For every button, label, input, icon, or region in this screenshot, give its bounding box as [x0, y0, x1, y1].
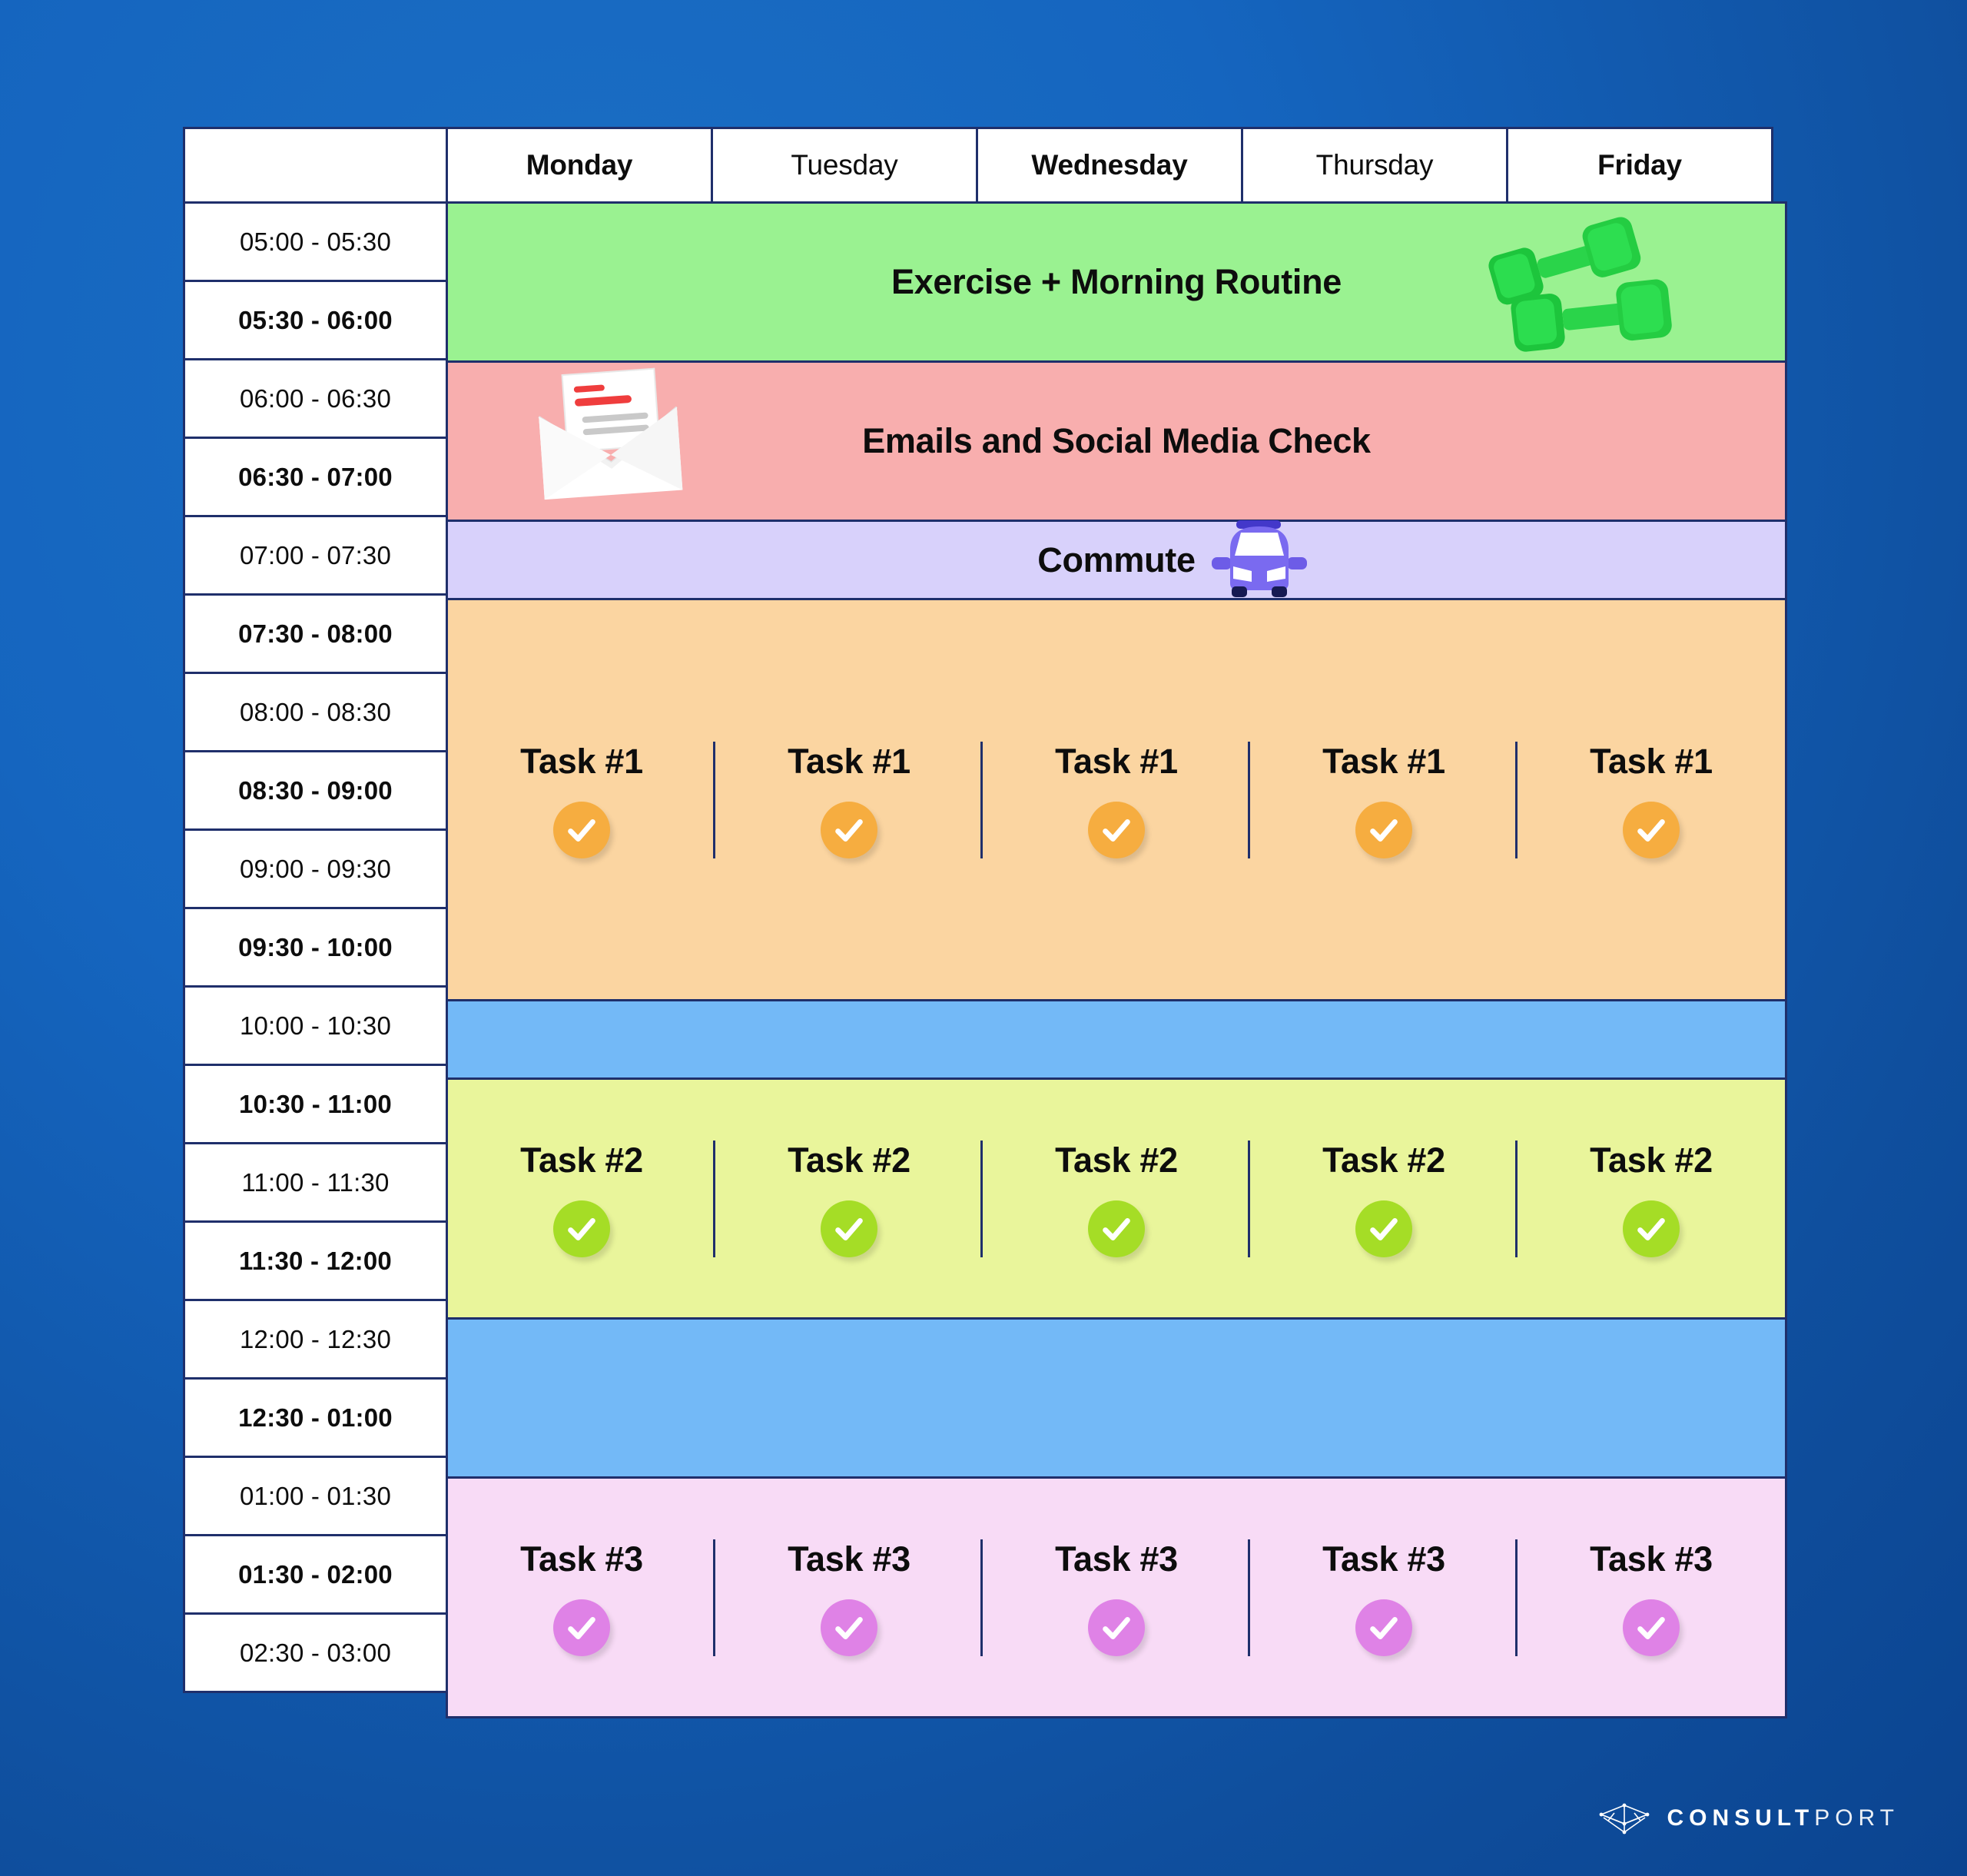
time-slot-cell: 09:00 - 09:30	[183, 828, 448, 909]
task-label: Task #3	[520, 1539, 643, 1579]
activity-band-task3: Task #3 Task #3 Task #3 Task #3 Task #3	[446, 1476, 1787, 1718]
task-label: Task #2	[1055, 1140, 1178, 1180]
task-label: Task #1	[520, 741, 643, 781]
time-slot-cell: 01:00 - 01:30	[183, 1456, 448, 1536]
header-day-tuesday: Tuesday	[711, 127, 978, 204]
task-label: Task #2	[788, 1140, 911, 1180]
time-slot-cell: 12:00 - 12:30	[183, 1299, 448, 1380]
activity-label: Exercise + Morning Routine	[891, 262, 1342, 301]
logo-word-port: PORT	[1814, 1805, 1899, 1831]
activity-band-commute: Commute	[446, 520, 1787, 600]
time-slot-cell: 09:30 - 10:00	[183, 907, 448, 988]
checkmark-icon[interactable]	[1355, 1599, 1412, 1656]
table-body: 05:00 - 05:30 05:30 - 06:00 06:00 - 06:30 0…	[183, 201, 1790, 1718]
task-cell[interactable]: Task #1	[1515, 741, 1785, 858]
task-cell[interactable]: Task #1	[980, 741, 1250, 858]
checkmark-icon[interactable]	[821, 1200, 877, 1257]
checkmark-icon[interactable]	[1623, 1599, 1680, 1656]
time-slot-cell: 05:30 - 06:00	[183, 280, 448, 360]
time-slot-cell: 12:30 - 01:00	[183, 1377, 448, 1458]
task-label: Task #2	[520, 1140, 643, 1180]
task-cell[interactable]: Task #3	[713, 1539, 983, 1656]
envelope-icon	[529, 364, 689, 503]
task-cell[interactable]: Task #2	[1515, 1140, 1785, 1257]
paper-boat-icon	[1599, 1801, 1650, 1836]
logo-wordmark: CONSULTPORT	[1667, 1805, 1899, 1831]
task-label: Task #1	[1590, 741, 1713, 781]
task-cell[interactable]: Task #1	[1248, 741, 1518, 858]
task-cell[interactable]: Task #2	[713, 1140, 983, 1257]
time-slot-cell: 07:00 - 07:30	[183, 515, 448, 596]
task-label: Task #3	[1322, 1539, 1445, 1579]
time-slot-cell: 07:30 - 08:00	[183, 593, 448, 674]
task-cell[interactable]: Task #2	[980, 1140, 1250, 1257]
task-label: Task #2	[1322, 1140, 1445, 1180]
task-label: Task #1	[1055, 741, 1178, 781]
activity-band-task2: Task #2 Task #2 Task #2 Task #2 Task #2	[446, 1077, 1787, 1320]
task-cell[interactable]: Task #2	[448, 1141, 715, 1257]
activity-band-task1: Task #1 Task #1 Task #1 Task #1 Task #1	[446, 598, 1787, 1001]
checkmark-icon[interactable]	[821, 1599, 877, 1656]
checkmark-icon[interactable]	[1088, 1200, 1145, 1257]
time-slot-cell: 02:30 - 03:00	[183, 1612, 448, 1693]
time-slot-cell: 10:00 - 10:30	[183, 985, 448, 1066]
car-icon	[1207, 517, 1312, 600]
task-label: Task #2	[1590, 1140, 1713, 1180]
time-slot-cell: 11:00 - 11:30	[183, 1142, 448, 1223]
checkmark-icon[interactable]	[821, 801, 877, 858]
time-slot-cell: 06:00 - 06:30	[183, 358, 448, 439]
checkmark-icon[interactable]	[1355, 801, 1412, 858]
activity-band-break2	[446, 1317, 1787, 1479]
time-slot-cell: 06:30 - 07:00	[183, 437, 448, 517]
checkmark-icon[interactable]	[1088, 1599, 1145, 1656]
task-label: Task #1	[788, 741, 911, 781]
weekly-schedule-table: Monday Tuesday Wednesday Thursday Friday…	[183, 127, 1790, 1718]
task-cell[interactable]: Task #3	[1515, 1539, 1785, 1656]
task-cell[interactable]: Task #1	[713, 741, 983, 858]
dumbbell-icon	[1473, 216, 1680, 362]
task-cell[interactable]: Task #1	[448, 742, 715, 858]
activity-column: Exercise + Morning Routine Emails and Soc…	[446, 201, 1787, 1718]
task-cell[interactable]: Task #2	[1248, 1140, 1518, 1257]
time-slot-cell: 11:30 - 12:00	[183, 1220, 448, 1301]
activity-label: Emails and Social Media Check	[862, 421, 1371, 460]
table-header-row: Monday Tuesday Wednesday Thursday Friday	[183, 127, 1790, 204]
header-corner-cell	[183, 127, 448, 204]
task-cell[interactable]: Task #3	[448, 1539, 715, 1656]
checkmark-icon[interactable]	[1623, 1200, 1680, 1257]
activity-band-emails: Emails and Social Media Check	[446, 360, 1787, 522]
task-label: Task #3	[1055, 1539, 1178, 1579]
time-slot-cell: 01:30 - 02:00	[183, 1534, 448, 1615]
time-slot-column: 05:00 - 05:30 05:30 - 06:00 06:00 - 06:30 0…	[183, 201, 448, 1718]
checkmark-icon[interactable]	[553, 1200, 610, 1257]
checkmark-icon[interactable]	[553, 1599, 610, 1656]
time-slot-cell: 08:30 - 09:00	[183, 750, 448, 831]
task-cell[interactable]: Task #3	[980, 1539, 1250, 1656]
time-slot-cell: 10:30 - 11:00	[183, 1064, 448, 1144]
header-day-thursday: Thursday	[1241, 127, 1508, 204]
logo-word-consult: CONSULT	[1667, 1805, 1815, 1831]
task-label: Task #3	[1590, 1539, 1713, 1579]
header-day-friday: Friday	[1506, 127, 1773, 204]
header-day-wednesday: Wednesday	[976, 127, 1243, 204]
time-slot-cell: 08:00 - 08:30	[183, 672, 448, 752]
time-slot-cell: 05:00 - 05:30	[183, 201, 448, 282]
activity-band-exercise: Exercise + Morning Routine	[446, 201, 1787, 363]
checkmark-icon[interactable]	[553, 801, 610, 858]
task-label: Task #3	[788, 1539, 911, 1579]
task-cell[interactable]: Task #3	[1248, 1539, 1518, 1656]
checkmark-icon[interactable]	[1623, 801, 1680, 858]
checkmark-icon[interactable]	[1088, 801, 1145, 858]
checkmark-icon[interactable]	[1355, 1200, 1412, 1257]
task-label: Task #1	[1322, 741, 1445, 781]
header-day-monday: Monday	[446, 127, 713, 204]
activity-band-break1	[446, 999, 1787, 1080]
activity-label: Commute	[1037, 540, 1196, 579]
consultport-logo: CONSULTPORT	[1599, 1801, 1899, 1836]
